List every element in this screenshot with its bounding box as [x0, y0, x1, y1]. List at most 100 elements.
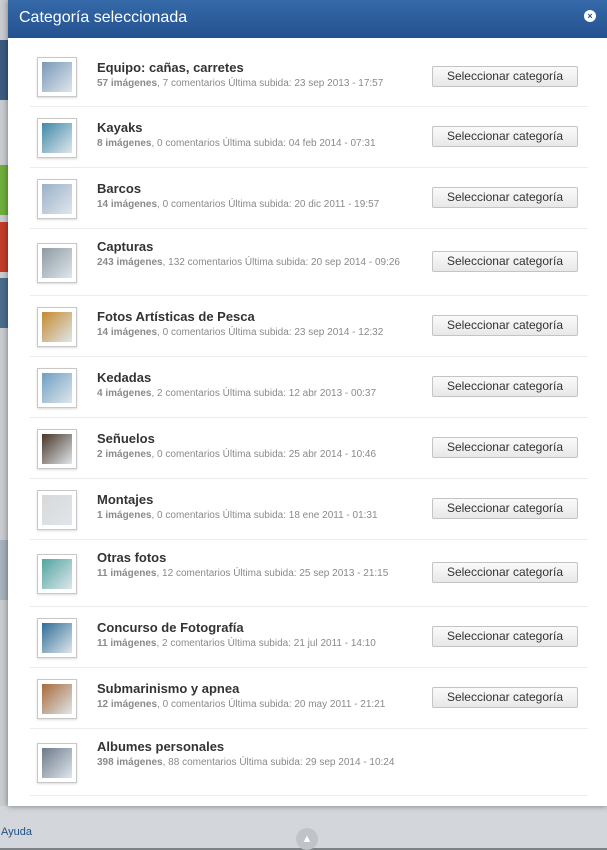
select-category-button[interactable]: Seleccionar categoría — [432, 562, 578, 583]
category-row: Otras fotos 11 imágenes, 12 comentarios Ú… — [30, 540, 588, 607]
select-category-button[interactable]: Seleccionar categoría — [432, 65, 578, 87]
category-list: Equipo: cañas, carretes 57 imágenes, 7 co… — [30, 47, 588, 796]
category-name-link[interactable]: Submarinismo y apnea — [97, 681, 407, 697]
category-row: Albumes personales 398 imágenes, 88 comen… — [30, 729, 588, 796]
scroll-top-button[interactable]: ▲ — [296, 828, 318, 850]
image-count: 12 imágenes — [97, 699, 158, 710]
category-thumbnail[interactable] — [37, 553, 77, 594]
category-thumbnail[interactable] — [37, 742, 77, 783]
category-name-link[interactable]: Concurso de Fotografía — [97, 620, 407, 636]
category-name-link[interactable]: Capturas — [97, 239, 407, 255]
comments-and-last-upload: , 2 comentarios Última subida: 21 jul 20… — [156, 638, 376, 649]
category-info: Otras fotos 11 imágenes, 12 comentarios Ú… — [97, 550, 407, 582]
image-count: 14 imágenes — [97, 199, 158, 210]
category-info: Fotos Artísticas de Pesca 14 imágenes, 0 … — [97, 309, 407, 341]
modal-title: Categoría seleccionada — [19, 9, 188, 26]
thumbnail-image — [42, 747, 72, 778]
image-count: 14 imágenes — [97, 327, 158, 338]
category-name-link[interactable]: Otras fotos — [97, 550, 407, 566]
category-row: Montajes 1 imágenes, 0 comentarios Última… — [30, 479, 588, 540]
comments-and-last-upload: , 0 comentarios Última subida: 18 ene 20… — [151, 510, 378, 521]
category-select-modal: Categoría seleccionada × Equipo: cañas, … — [8, 0, 607, 806]
thumbnail-image — [42, 558, 72, 589]
category-name-link[interactable]: Fotos Artísticas de Pesca — [97, 309, 407, 325]
category-name-link[interactable]: Montajes — [97, 492, 407, 508]
thumbnail-image — [42, 433, 72, 464]
help-link[interactable]: Ayuda — [1, 826, 32, 838]
category-thumbnail[interactable] — [37, 178, 77, 219]
thumbnail-image — [42, 494, 72, 525]
image-count: 8 imágenes — [97, 138, 152, 149]
comments-and-last-upload: , 2 comentarios Última subida: 12 abr 20… — [151, 388, 377, 399]
thumbnail-image — [42, 622, 72, 653]
category-name-link[interactable]: Equipo: cañas, carretes — [97, 60, 407, 76]
category-thumbnail[interactable] — [37, 428, 77, 469]
comments-and-last-upload: , 88 comentarios Última subida: 29 sep 2… — [162, 757, 395, 768]
category-name-link[interactable]: Albumes personales — [97, 739, 407, 755]
category-row: Kayaks 8 imágenes, 0 comentarios Última s… — [30, 107, 588, 168]
category-name-link[interactable]: Kayaks — [97, 120, 407, 136]
category-meta: 57 imágenes, 7 comentarios Última subida… — [97, 76, 407, 92]
comments-and-last-upload: , 12 comentarios Última subida: 25 sep 2… — [156, 568, 389, 579]
category-meta: 11 imágenes, 2 comentarios Última subida… — [97, 636, 407, 652]
close-icon[interactable]: × — [584, 10, 596, 22]
comments-and-last-upload: , 7 comentarios Última subida: 23 sep 20… — [157, 78, 384, 89]
background-strip-green — [0, 165, 8, 215]
select-category-button[interactable]: Seleccionar categoría — [432, 315, 578, 336]
select-category-button[interactable]: Seleccionar categoría — [432, 126, 578, 147]
category-info: Barcos 14 imágenes, 0 comentarios Última … — [97, 181, 407, 213]
select-category-button[interactable]: Seleccionar categoría — [432, 687, 578, 708]
category-name-link[interactable]: Kedadas — [97, 370, 407, 386]
select-category-button[interactable]: Seleccionar categoría — [432, 498, 578, 519]
comments-and-last-upload: , 132 comentarios Última subida: 20 sep … — [162, 257, 400, 268]
image-count: 2 imágenes — [97, 449, 152, 460]
comments-and-last-upload: , 0 comentarios Última subida: 20 dic 20… — [157, 199, 380, 210]
category-thumbnail[interactable] — [37, 678, 77, 719]
category-info: Concurso de Fotografía 11 imágenes, 2 com… — [97, 620, 407, 652]
category-thumbnail[interactable] — [37, 57, 77, 97]
image-count: 1 imágenes — [97, 510, 152, 521]
category-name-link[interactable]: Señuelos — [97, 431, 407, 447]
category-info: Capturas 243 imágenes, 132 comentarios Úl… — [97, 239, 407, 271]
image-count: 11 imágenes — [97, 568, 157, 579]
image-count: 4 imágenes — [97, 388, 152, 399]
select-category-button[interactable]: Seleccionar categoría — [432, 626, 578, 647]
category-row: Capturas 243 imágenes, 132 comentarios Úl… — [30, 229, 588, 296]
thumbnail-image — [42, 683, 72, 714]
category-info: Montajes 1 imágenes, 0 comentarios Última… — [97, 492, 407, 524]
thumbnail-image — [42, 183, 72, 214]
image-count: 11 imágenes — [97, 638, 157, 649]
category-meta: 12 imágenes, 0 comentarios Última subida… — [97, 697, 407, 713]
category-thumbnail[interactable] — [37, 306, 77, 347]
category-name-link[interactable]: Barcos — [97, 181, 407, 197]
category-info: Submarinismo y apnea 12 imágenes, 0 comen… — [97, 681, 407, 713]
category-thumbnail[interactable] — [37, 117, 77, 158]
thumbnail-image — [42, 311, 72, 342]
category-info: Kedadas 4 imágenes, 2 comentarios Última … — [97, 370, 407, 402]
category-thumbnail[interactable] — [37, 617, 77, 658]
category-meta: 2 imágenes, 0 comentarios Última subida:… — [97, 447, 407, 463]
background-strip-red — [0, 222, 8, 272]
category-thumbnail[interactable] — [37, 367, 77, 408]
comments-and-last-upload: , 0 comentarios Última subida: 25 abr 20… — [151, 449, 377, 460]
category-row: Submarinismo y apnea 12 imágenes, 0 comen… — [30, 668, 588, 729]
background-strip-gray — [0, 540, 8, 600]
select-category-button[interactable]: Seleccionar categoría — [432, 251, 578, 272]
category-meta: 11 imágenes, 12 comentarios Última subid… — [97, 566, 407, 582]
image-count: 398 imágenes — [97, 757, 163, 768]
select-category-button[interactable]: Seleccionar categoría — [432, 437, 578, 458]
category-meta: 1 imágenes, 0 comentarios Última subida:… — [97, 508, 407, 524]
image-count: 243 imágenes — [97, 257, 163, 268]
image-count: 57 imágenes — [97, 78, 158, 89]
select-category-button[interactable]: Seleccionar categoría — [432, 376, 578, 397]
comments-and-last-upload: , 0 comentarios Última subida: 04 feb 20… — [151, 138, 376, 149]
category-thumbnail[interactable] — [37, 242, 77, 283]
background-footer: Ayuda ▲ — [0, 806, 607, 850]
select-category-button[interactable]: Seleccionar categoría — [432, 187, 578, 208]
category-row: Concurso de Fotografía 11 imágenes, 2 com… — [30, 607, 588, 668]
category-thumbnail[interactable] — [37, 489, 77, 530]
category-meta: 8 imágenes, 0 comentarios Última subida:… — [97, 136, 407, 152]
category-info: Señuelos 2 imágenes, 0 comentarios Última… — [97, 431, 407, 463]
category-info: Equipo: cañas, carretes 57 imágenes, 7 co… — [97, 60, 407, 92]
category-meta: 398 imágenes, 88 comentarios Última subi… — [97, 755, 407, 771]
